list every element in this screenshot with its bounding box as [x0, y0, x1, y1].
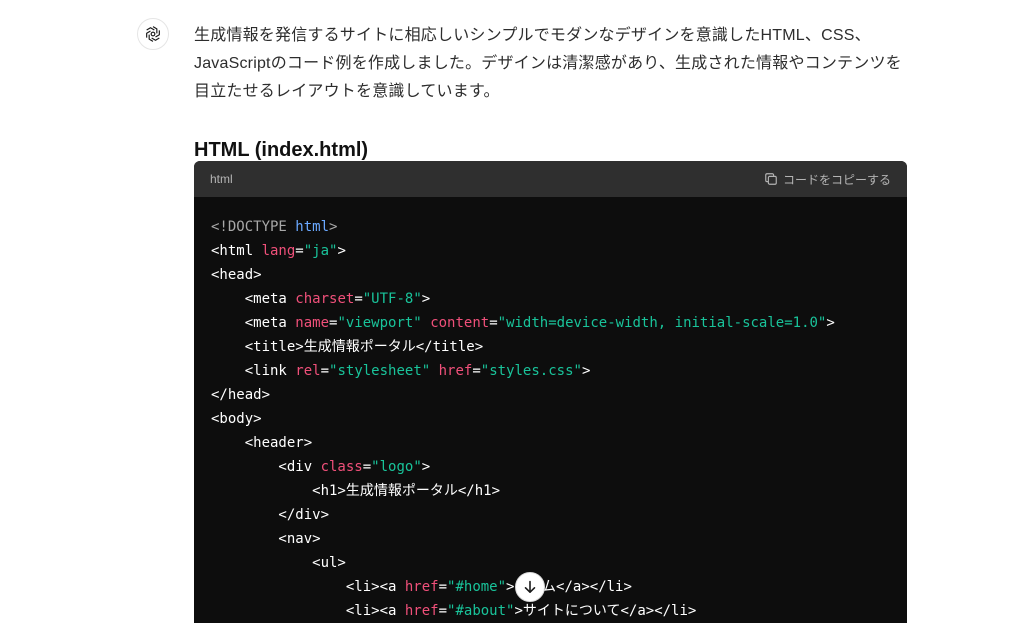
copy-code-button[interactable]: コードをコピーする	[764, 171, 891, 188]
code-token: =	[320, 363, 330, 379]
code-token: <head>	[211, 267, 262, 283]
code-token: <li><a	[211, 603, 405, 619]
code-token: <!DOCTYPE	[211, 219, 296, 235]
code-token: href	[404, 579, 439, 595]
arrow-down-icon	[524, 580, 536, 593]
code-token: "#about"	[447, 603, 515, 619]
code-token: charset	[295, 291, 355, 307]
code-token: >	[337, 243, 346, 259]
chat-page: 生成情報を発信するサイトに相応しいシンプルでモダンなデザインを意識したHTML、…	[0, 0, 1024, 623]
code-token: "logo"	[371, 459, 422, 475]
code-token: </div>	[211, 507, 330, 523]
code-line: <title>生成情報ポータル</title>	[211, 335, 890, 359]
code-token: "#home"	[447, 579, 507, 595]
code-block: html コードをコピーする <!DOCTYPE html> <html lang…	[194, 161, 907, 623]
code-token: class	[320, 459, 363, 475]
code-token: <li><a	[211, 579, 405, 595]
code-line: <html lang="ja">	[211, 239, 890, 263]
code-token: =	[438, 579, 448, 595]
code-line: <meta name="viewport" content="width=dev…	[211, 311, 890, 335]
code-token: =	[295, 243, 304, 259]
openai-logo-icon	[146, 26, 160, 42]
code-line: <header>	[211, 431, 890, 455]
code-block-header: html コードをコピーする	[194, 161, 907, 197]
code-token: <h1>生成情報ポータル</h1>	[211, 483, 501, 499]
assistant-avatar	[137, 18, 169, 50]
code-token: </head>	[211, 387, 271, 403]
code-line: <div class="logo">	[211, 455, 890, 479]
code-line: <h1>生成情報ポータル</h1>	[211, 479, 890, 503]
code-token: =	[472, 363, 481, 379]
code-token: rel	[295, 363, 321, 379]
code-token: "UTF-8"	[362, 291, 422, 307]
code-line: <head>	[211, 263, 890, 287]
code-token: <meta	[211, 315, 296, 331]
code-section-heading: HTML (index.html)	[194, 139, 369, 161]
code-line: <!DOCTYPE html>	[211, 215, 890, 239]
code-token: >	[421, 459, 431, 475]
code-token: >	[581, 363, 591, 379]
code-token: "viewport"	[337, 315, 422, 331]
code-line: <meta charset="UTF-8">	[211, 287, 890, 311]
code-token: <div	[211, 459, 321, 475]
code-token: <body>	[211, 411, 262, 427]
code-token: "styles.css"	[480, 363, 582, 379]
code-token: >	[421, 291, 431, 307]
code-token: <ul>	[211, 555, 346, 571]
code-token: <meta	[211, 291, 296, 307]
code-token: =	[489, 315, 498, 331]
code-line: <link rel="stylesheet" href="styles.css"…	[211, 359, 890, 383]
assistant-message: 生成情報を発信するサイトに相応しいシンプルでモダンなデザインを意識したHTML、…	[194, 22, 914, 164]
code-content: <!DOCTYPE html> <html lang="ja"> <head> <m…	[194, 197, 907, 623]
code-token: href	[404, 603, 439, 619]
code-token: <title>生成情報ポータル</title>	[211, 339, 484, 355]
code-token: >	[329, 219, 338, 235]
code-token: >	[826, 315, 835, 331]
code-token: =	[438, 603, 448, 619]
code-line: </head>	[211, 383, 890, 407]
code-token: "stylesheet"	[329, 363, 431, 379]
copy-icon	[765, 173, 777, 185]
code-line: <ul>	[211, 551, 890, 575]
code-token: <link	[211, 363, 296, 379]
code-token: =	[354, 291, 363, 307]
code-line: <body>	[211, 407, 890, 431]
code-token: "width=device-width, initial-scale=1.0"	[497, 315, 827, 331]
copy-code-label: コードをコピーする	[782, 172, 891, 187]
code-token: href	[438, 363, 473, 379]
code-token: "ja"	[303, 243, 338, 259]
code-language-label: html	[210, 172, 233, 186]
code-token: <header>	[211, 435, 313, 451]
code-token: <html	[211, 243, 262, 259]
message-paragraph: 生成情報を発信するサイトに相応しいシンプルでモダンなデザインを意識したHTML、…	[194, 27, 902, 100]
code-token: lang	[261, 243, 296, 259]
code-line: </div>	[211, 503, 890, 527]
code-line: <li><a href="#about">サイトについて</a></li>	[211, 599, 890, 623]
code-token: =	[362, 459, 372, 475]
code-token: name	[295, 315, 330, 331]
code-line: <nav>	[211, 527, 890, 551]
scroll-to-bottom-button[interactable]	[515, 572, 545, 602]
code-token: html	[295, 219, 330, 235]
code-token: content	[430, 315, 490, 331]
code-token: <nav>	[211, 531, 321, 547]
code-line: <li><a href="#home">ホーム</a></li>	[211, 575, 890, 599]
code-token: >サイトについて</a></li>	[514, 603, 697, 619]
